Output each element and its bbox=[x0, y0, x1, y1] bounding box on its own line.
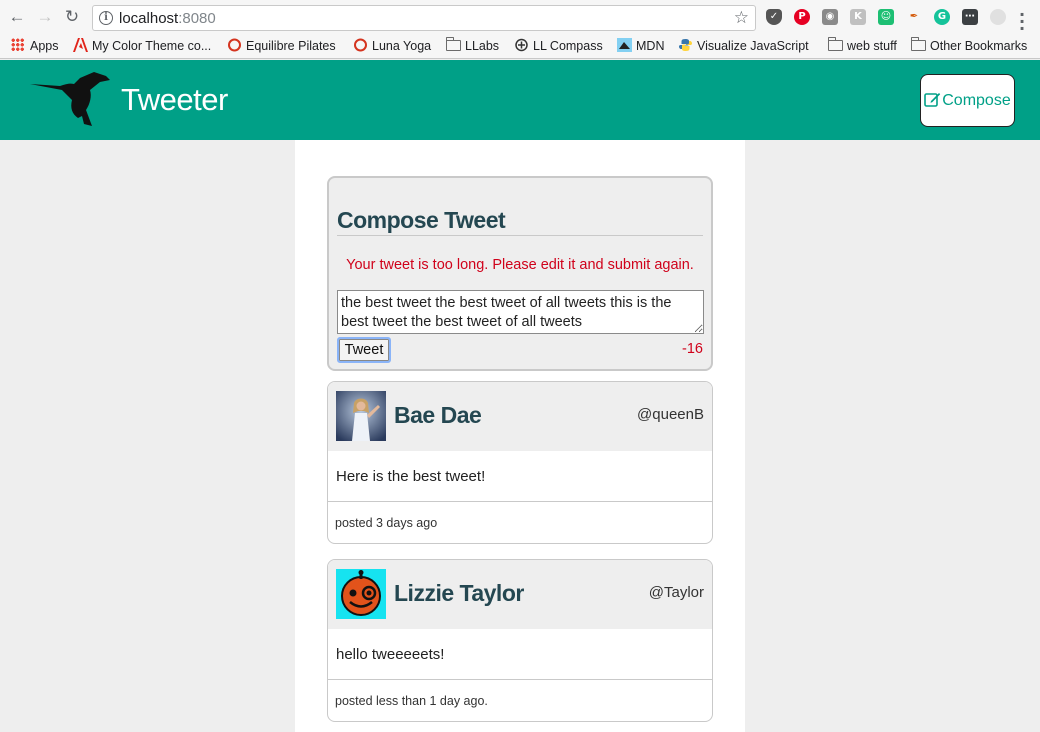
bookmark-visualize-javascript[interactable]: Visualize JavaScript bbox=[678, 38, 809, 54]
tweet-author-handle: @Taylor bbox=[648, 584, 704, 601]
mdn-icon bbox=[617, 38, 632, 52]
bookmark-web-stuff[interactable]: web stuff bbox=[827, 37, 897, 54]
browser-toolbar: ← → ↻ i localhost:8080 ☆ ✓ P ◉ K ☺ ✒ G ⋯… bbox=[0, 0, 1040, 35]
app-nav-bar: Tweeter Compose bbox=[0, 60, 1040, 140]
bookmark-other-bookmarks[interactable]: Other Bookmarks bbox=[910, 37, 1027, 54]
tweet-header: Lizzie Taylor @Taylor bbox=[328, 560, 712, 629]
pinterest-icon[interactable]: P bbox=[794, 9, 810, 25]
bookmark-star-icon[interactable]: ☆ bbox=[734, 8, 749, 28]
apps-grid-icon bbox=[11, 38, 24, 51]
hummingbird-logo-icon bbox=[30, 72, 110, 126]
compose-tweet-section: Compose Tweet Your tweet is too long. Pl… bbox=[327, 176, 713, 371]
bookmark-llabs[interactable]: LLabs bbox=[445, 37, 499, 54]
bookmark-luna-yoga[interactable]: Luna Yoga bbox=[353, 38, 431, 54]
compose-title: Compose Tweet bbox=[337, 206, 703, 236]
bookmarks-bar: Apps My Color Theme co... Equilibre Pila… bbox=[0, 35, 1040, 57]
tweet-author-name: Lizzie Taylor bbox=[394, 580, 524, 606]
forward-icon[interactable]: → bbox=[36, 8, 54, 26]
site-info-icon[interactable]: i bbox=[99, 11, 113, 25]
tweet-author-handle: @queenB bbox=[637, 406, 704, 423]
avatar[interactable] bbox=[336, 569, 386, 619]
pocket-icon[interactable]: ✓ bbox=[766, 9, 782, 25]
bookmark-apps[interactable]: Apps bbox=[11, 38, 59, 54]
eyedropper-icon[interactable]: ✒ bbox=[906, 9, 922, 25]
address-bar[interactable]: i localhost:8080 ☆ bbox=[92, 5, 756, 31]
tweet-author-name: Bae Dae bbox=[394, 402, 482, 428]
folder-icon bbox=[827, 37, 843, 51]
edit-icon bbox=[924, 93, 941, 107]
compose-button[interactable]: Compose bbox=[920, 74, 1015, 127]
main-container: Compose Tweet Your tweet is too long. Pl… bbox=[295, 140, 745, 732]
browser-menu-icon[interactable]: ... bbox=[1016, 3, 1028, 33]
character-counter: -16 bbox=[682, 341, 703, 357]
browser-chrome: ← → ↻ i localhost:8080 ☆ ✓ P ◉ K ☺ ✒ G ⋯… bbox=[0, 0, 1040, 59]
extension-face-icon[interactable]: ☺ bbox=[878, 9, 894, 25]
reload-icon[interactable]: ↻ bbox=[63, 8, 81, 26]
extension-dots-icon[interactable]: ⋯ bbox=[962, 9, 978, 25]
tweet-textarea[interactable]: the best tweet the best tweet of all twe… bbox=[337, 290, 704, 334]
back-icon[interactable]: ← bbox=[8, 8, 26, 26]
tweet-card: Lizzie Taylor @Taylor hello tweeeeets! p… bbox=[327, 559, 713, 722]
folder-icon bbox=[445, 37, 461, 51]
url-text[interactable]: localhost:8080 bbox=[119, 10, 216, 27]
bookmark-mdn[interactable]: MDN bbox=[617, 38, 664, 54]
extension-ghost-icon[interactable] bbox=[990, 9, 1006, 25]
bookmark-equilibre-pilates[interactable]: Equilibre Pilates bbox=[227, 38, 336, 54]
camera-icon[interactable]: ◉ bbox=[822, 9, 838, 25]
grammarly-icon[interactable]: G bbox=[934, 9, 950, 25]
tweet-content: hello tweeeeets! bbox=[328, 629, 712, 680]
tweet-card: Bae Dae @queenB Here is the best tweet! … bbox=[327, 381, 713, 544]
extension-k-icon[interactable]: K bbox=[850, 9, 866, 25]
tweet-timestamp: posted less than 1 day ago. bbox=[335, 694, 488, 708]
compass-icon bbox=[515, 38, 528, 52]
brand-title[interactable]: Tweeter bbox=[121, 82, 228, 118]
adobe-icon bbox=[73, 38, 88, 52]
tweet-content: Here is the best tweet! bbox=[328, 451, 712, 502]
avatar[interactable] bbox=[336, 391, 386, 441]
bookmark-color-theme[interactable]: My Color Theme co... bbox=[73, 38, 211, 54]
bookmark-ll-compass[interactable]: LL Compass bbox=[514, 38, 603, 54]
tweet-submit-button[interactable]: Tweet bbox=[337, 337, 391, 363]
python-icon bbox=[679, 39, 692, 51]
tweet-header: Bae Dae @queenB bbox=[328, 382, 712, 451]
folder-icon bbox=[910, 37, 926, 51]
error-message: Your tweet is too long. Please edit it a… bbox=[346, 257, 694, 273]
circle-logo-icon bbox=[354, 38, 367, 52]
tweet-timestamp: posted 3 days ago bbox=[335, 516, 438, 530]
circle-logo-icon bbox=[228, 38, 241, 52]
